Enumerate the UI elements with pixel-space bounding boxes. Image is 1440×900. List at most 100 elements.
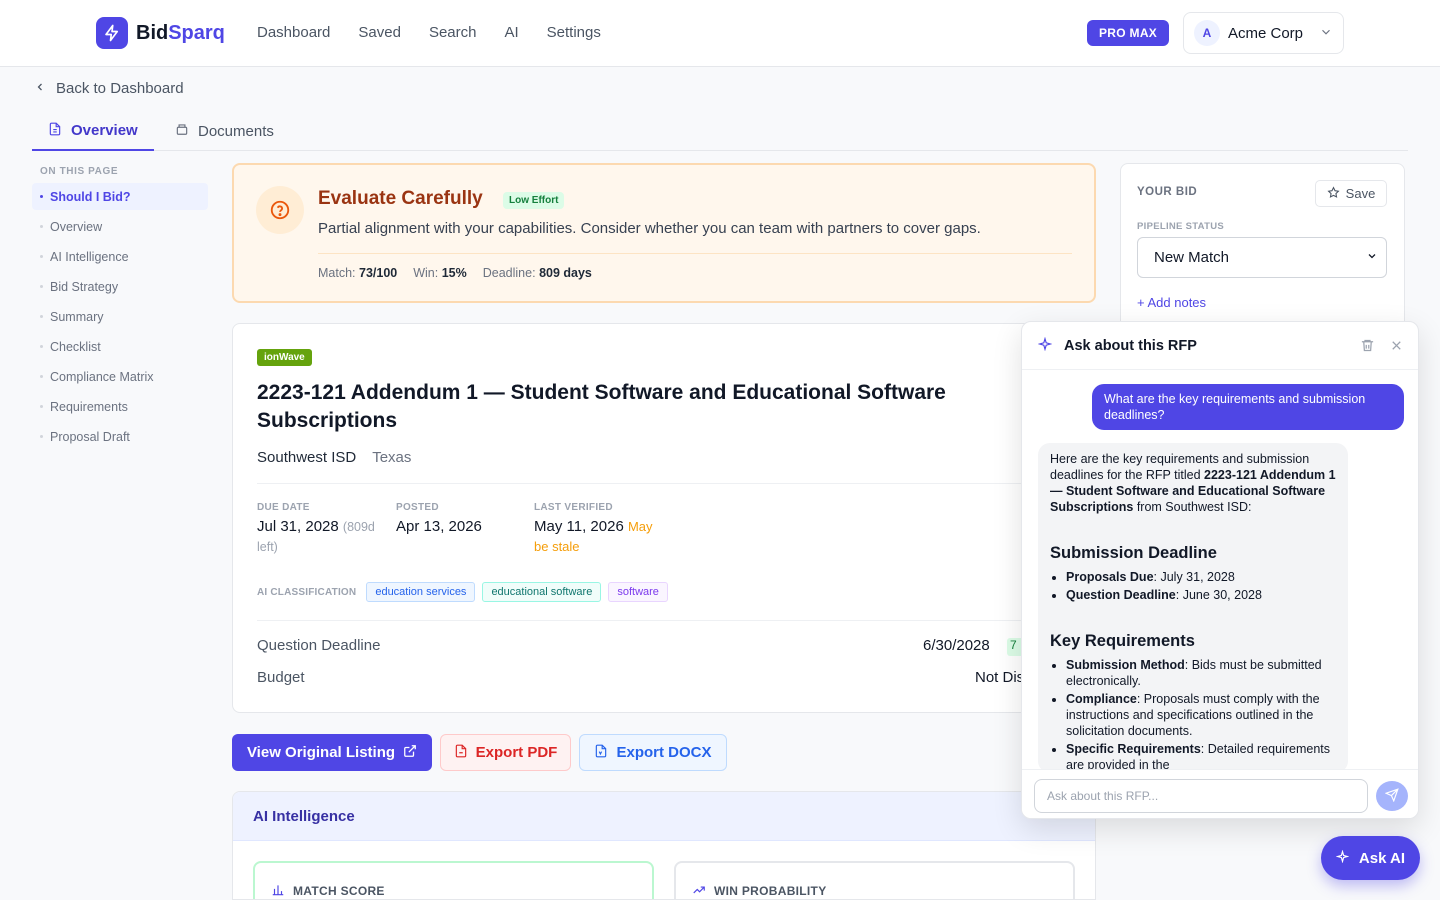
evaluation-title: Evaluate Carefully (318, 188, 483, 209)
org-switcher[interactable]: A Acme Corp (1183, 12, 1344, 54)
question-deadline-label: Question Deadline (257, 637, 381, 654)
toc-item-checklist[interactable]: Checklist (32, 333, 208, 360)
tab-bar: Overview Documents (32, 112, 1408, 151)
toc-item-should-i-bid[interactable]: Should I Bid? (32, 183, 208, 210)
back-link[interactable]: Back to Dashboard (34, 80, 184, 97)
heading-submission-deadline: Submission Deadline (1050, 544, 1217, 562)
save-button[interactable]: Save (1315, 180, 1387, 207)
evaluation-card: Evaluate Carefully Low Effort Partial al… (232, 163, 1096, 303)
classification-chip[interactable]: software (608, 582, 668, 602)
bid-panel-title: YOUR BID (1137, 186, 1198, 198)
budget-value: Not Dis (975, 669, 1025, 686)
divider (257, 620, 1073, 621)
pipeline-status-select[interactable]: New Match (1137, 237, 1387, 278)
main-nav: Dashboard Saved Search AI Settings (257, 24, 601, 41)
send-button[interactable] (1376, 781, 1408, 811)
toc-item-requirements[interactable]: Requirements (32, 393, 208, 420)
ai-classification: AI CLASSIFICATION education services edu… (257, 582, 668, 602)
classification-chip[interactable]: education services (366, 582, 476, 602)
bar-chart-icon (271, 883, 285, 900)
source-badge: ionWave (257, 349, 312, 366)
export-pdf-button[interactable]: Export PDF (440, 734, 571, 771)
send-icon (1384, 787, 1399, 805)
match-score-card: MATCH SCORE (253, 861, 654, 900)
toc-item-proposal-draft[interactable]: Proposal Draft (32, 423, 208, 450)
export-docx-button[interactable]: Export DOCX (579, 734, 727, 771)
chevron-down-icon (1366, 249, 1378, 266)
classification-chip[interactable]: educational software (482, 582, 602, 602)
your-bid-panel: YOUR BID Save PIPELINE STATUS New Match … (1120, 163, 1405, 343)
trending-up-icon (692, 883, 706, 900)
tab-overview[interactable]: Overview (32, 112, 154, 151)
toc-item-overview[interactable]: Overview (32, 213, 208, 240)
document-icon (48, 122, 62, 140)
budget-label: Budget (257, 669, 305, 686)
chevron-left-icon (34, 80, 46, 97)
logo[interactable]: BidSparq (96, 17, 225, 49)
rfp-details-card: ionWave 2223-121 Addendum 1 — Student So… (232, 323, 1096, 713)
chat-input[interactable] (1034, 779, 1368, 813)
win-probability-card: WIN PROBABILITY (674, 861, 1075, 900)
agency-state: Texas (372, 449, 412, 466)
agency-row: Southwest ISD Texas (257, 449, 411, 466)
nav-search[interactable]: Search (429, 24, 477, 41)
list-item: Compliance: Proposals must comply with t… (1066, 691, 1336, 739)
heading-key-requirements: Key Requirements (1050, 632, 1195, 650)
add-notes-link[interactable]: + Add notes (1137, 295, 1206, 310)
toc-item-bid-strategy[interactable]: Bid Strategy (32, 273, 208, 300)
chat-title: Ask about this RFP (1064, 337, 1197, 354)
user-message: What are the key requirements and submis… (1092, 384, 1404, 430)
stat-match: Match: 73/100 (318, 266, 398, 280)
nav-saved[interactable]: Saved (358, 24, 401, 41)
ai-chat-panel: Ask about this RFP What are the key requ… (1021, 321, 1419, 819)
avatar: A (1194, 20, 1220, 46)
evaluation-stats: Match: 73/100 Win: 15% Deadline: 809 day… (318, 266, 592, 280)
agency-name: Southwest ISD (257, 449, 357, 466)
page-toc: ON THIS PAGE Should I Bid? Overview AI I… (32, 160, 208, 453)
effort-badge: Low Effort (503, 192, 565, 209)
external-link-icon (403, 744, 417, 762)
chat-composer (1022, 769, 1418, 818)
toc-item-summary[interactable]: Summary (32, 303, 208, 330)
trash-icon[interactable] (1360, 338, 1375, 356)
chevron-down-icon (1319, 25, 1333, 42)
toc-item-compliance-matrix[interactable]: Compliance Matrix (32, 363, 208, 390)
nav-settings[interactable]: Settings (547, 24, 601, 41)
due-date: DUE DATE Jul 31, 2028 (809d left) (257, 502, 375, 554)
ai-intelligence-heading: AI Intelligence (233, 792, 1095, 841)
chat-header: Ask about this RFP (1022, 322, 1418, 370)
nav-dashboard[interactable]: Dashboard (257, 24, 330, 41)
view-original-listing-button[interactable]: View Original Listing (232, 734, 432, 771)
list-item: Submission Method: Bids must be submitte… (1066, 657, 1336, 689)
stat-win: Win: 15% (413, 266, 467, 280)
nav-ai[interactable]: AI (504, 24, 518, 41)
plan-badge: PRO MAX (1087, 20, 1170, 46)
evaluation-description: Partial alignment with your capabilities… (318, 220, 981, 237)
rfp-title: 2223-121 Addendum 1 — Student Software a… (257, 381, 946, 432)
stat-deadline: Deadline: 809 days (482, 266, 592, 280)
top-bar: BidSparq Dashboard Saved Search AI Setti… (0, 0, 1440, 67)
list-item: Question Deadline: June 30, 2028 (1066, 587, 1336, 603)
file-pdf-icon (454, 744, 468, 762)
brand-name: BidSparq (136, 21, 225, 44)
divider (257, 483, 1073, 484)
tab-documents[interactable]: Documents (159, 112, 290, 150)
assistant-message: Here are the key requirements and submis… (1038, 443, 1348, 773)
toc-item-ai-intelligence[interactable]: AI Intelligence (32, 243, 208, 270)
org-name: Acme Corp (1228, 24, 1304, 42)
question-deadline-value: 6/30/2028 (923, 637, 990, 654)
last-verified: LAST VERIFIED May 11, 2026 May be stale (534, 502, 653, 554)
back-link-label: Back to Dashboard (56, 80, 184, 97)
lightning-icon (96, 17, 128, 49)
pipeline-status-label: PIPELINE STATUS (1137, 221, 1225, 232)
sparkle-icon (1037, 336, 1053, 354)
ask-ai-button[interactable]: Ask AI (1321, 836, 1420, 880)
toc-heading: ON THIS PAGE (40, 166, 119, 177)
close-icon[interactable] (1389, 338, 1404, 356)
folder-icon (175, 122, 189, 140)
file-docx-icon (594, 744, 608, 762)
divider (318, 253, 1072, 254)
list-item: Proposals Due: July 31, 2028 (1066, 569, 1336, 585)
sparkle-icon (1335, 848, 1350, 867)
posted-date: POSTED Apr 13, 2026 (396, 502, 482, 535)
